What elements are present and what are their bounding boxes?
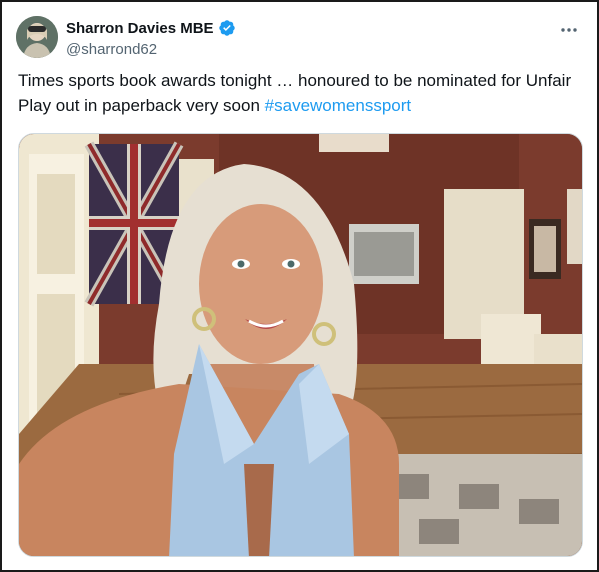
author-names: Sharron Davies MBE @sharrond62	[66, 18, 236, 58]
author-avatar[interactable]	[16, 16, 58, 58]
hashtag-link[interactable]: #savewomenssport	[265, 96, 411, 115]
tweet-card: Sharron Davies MBE @sharrond62 Times spo…	[0, 0, 599, 572]
tweet-text: Times sports book awards tonight … honou…	[18, 68, 578, 118]
tweet-photo[interactable]	[18, 133, 583, 557]
avatar-image	[16, 16, 58, 58]
display-name[interactable]: Sharron Davies MBE	[66, 20, 214, 37]
more-options-icon[interactable]	[559, 20, 579, 40]
verified-badge-icon	[218, 19, 236, 37]
author-handle[interactable]: @sharrond62	[66, 41, 236, 58]
tweet-header: Sharron Davies MBE @sharrond62	[16, 14, 583, 62]
selfie-photo	[19, 134, 582, 556]
